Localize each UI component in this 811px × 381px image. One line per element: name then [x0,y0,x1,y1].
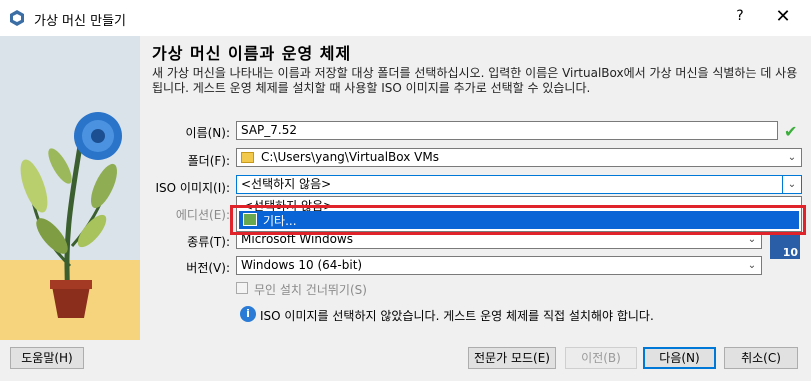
wizard-illustration [0,36,140,340]
back-button[interactable]: 이전(B) [565,347,637,369]
page-description: 새 가상 머신을 나타내는 이름과 저장할 대상 폴더를 선택하십시오. 입력한… [152,66,798,95]
name-input[interactable]: SAP_7.52 [236,121,778,140]
expert-mode-button[interactable]: 전문가 모드(E) [468,347,556,369]
info-icon: i [240,306,256,322]
iso-label: ISO 이미지(I): [155,181,230,195]
help-button[interactable]: 도움말(H) [10,347,84,369]
version-label: 버전(V): [186,261,230,275]
green-check-icon: ✔ [784,122,798,141]
name-label: 이름(N): [185,126,230,140]
help-title-button[interactable]: ? [729,8,751,28]
chevron-down-icon[interactable]: ⌄ [783,149,801,166]
title-bar: 가상 머신 만들기 ? ✕ [0,0,811,36]
version-combo[interactable]: Windows 10 (64-bit) ⌄ [236,256,762,275]
page-heading: 가상 머신 이름과 운영 체제 [152,44,352,63]
iso-value: <선택하지 않음> [241,177,332,191]
chevron-down-icon[interactable]: ⌄ [743,257,761,274]
close-button[interactable]: ✕ [770,6,796,28]
virtualbox-icon [10,10,24,26]
edition-label: 에디션(E): [175,208,230,222]
flower-illustration [20,112,122,318]
folder-label: 폴더(F): [187,154,230,168]
skip-unattended-label: 무인 설치 건너뛰기(S) [254,283,367,297]
info-message: ISO 이미지를 선택하지 않았습니다. 게스트 운영 체제를 직접 설치해야 … [260,309,654,323]
cancel-button[interactable]: 취소(C) [724,347,798,369]
chevron-down-icon[interactable]: ⌄ [782,176,801,193]
type-label: 종류(T): [187,235,230,249]
iso-combo[interactable]: <선택하지 않음> ⌄ [236,175,802,194]
window-title: 가상 머신 만들기 [34,14,126,29]
folder-icon [241,152,254,163]
highlight-frame [230,205,806,235]
folder-value: C:\Users\yang\VirtualBox VMs [261,150,439,164]
skip-unattended-checkbox[interactable] [236,282,248,294]
version-value: Windows 10 (64-bit) [241,258,363,272]
next-button[interactable]: 다음(N) [643,347,716,369]
folder-combo[interactable]: C:\Users\yang\VirtualBox VMs ⌄ [236,148,802,167]
